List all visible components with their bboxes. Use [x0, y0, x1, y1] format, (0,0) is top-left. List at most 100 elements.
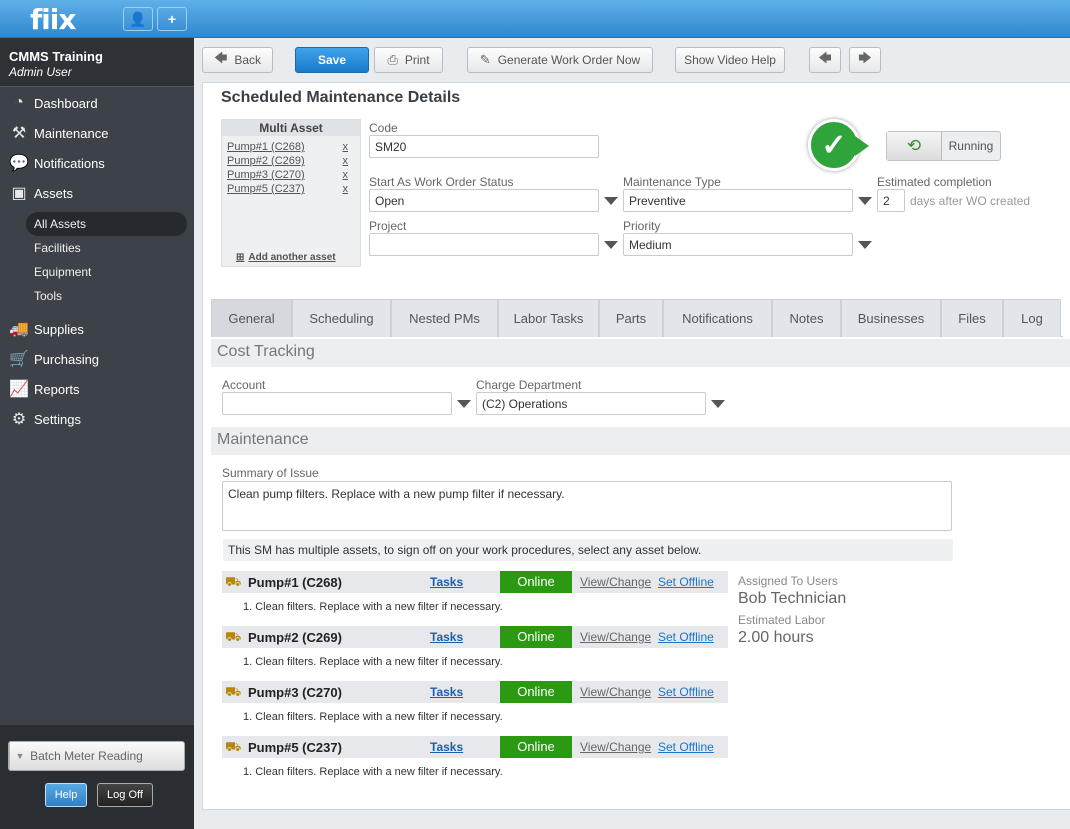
nav-reports[interactable]: 📈 Reports — [0, 374, 194, 404]
tasks-link[interactable]: Tasks — [430, 685, 463, 699]
nav-settings[interactable]: ⚙ Settings — [0, 404, 194, 434]
nav-dashboard-label: Dashboard — [34, 95, 98, 111]
tasks-link[interactable]: Tasks — [430, 740, 463, 754]
remove-asset-button[interactable]: x — [343, 154, 349, 168]
generate-work-order-button[interactable]: ✎ Generate Work Order Now — [467, 47, 653, 73]
charge-department-dropdown-icon[interactable] — [711, 400, 725, 408]
asset-name: Pump#2 (C269) — [248, 630, 342, 645]
checkmark-icon: ✓ — [808, 119, 860, 171]
set-offline-link[interactable]: Set Offline — [658, 575, 714, 589]
view-change-link[interactable]: View/Change — [580, 740, 651, 754]
remove-asset-button[interactable]: x — [343, 168, 349, 182]
nav-dashboard[interactable]: ◔ Dashboard — [0, 88, 194, 118]
forklift-icon: ⛟ — [225, 629, 242, 644]
asset-link[interactable]: Pump#3 (C270) — [227, 168, 305, 182]
project-select[interactable] — [369, 233, 599, 256]
nav-supplies[interactable]: 🚚 Supplies — [0, 314, 194, 344]
arrow-left-icon: 🡄 — [213, 50, 228, 65]
project-label: Project — [369, 219, 407, 233]
nav-facilities[interactable]: Facilities — [0, 236, 194, 260]
multi-asset-row: Pump#3 (C270) x — [222, 168, 360, 182]
asset-link[interactable]: Pump#1 (C268) — [227, 140, 305, 154]
nav-maintenance-label: Maintenance — [34, 125, 109, 141]
set-offline-link[interactable]: Set Offline — [658, 740, 714, 754]
fiix-logo[interactable]: fiix — [30, 3, 76, 36]
add-button[interactable]: + — [157, 7, 187, 31]
nav-notifications-label: Notifications — [34, 155, 105, 171]
asset-link[interactable]: Pump#5 (C237) — [227, 182, 305, 196]
remove-asset-button[interactable]: x — [343, 140, 349, 154]
running-toggle[interactable]: ⟲ Running — [886, 131, 1001, 161]
tasks-link[interactable]: Tasks — [430, 575, 463, 589]
nav-settings-label: Settings — [34, 411, 81, 427]
prev-record-button[interactable]: 🡄 — [809, 47, 841, 73]
account-dropdown-icon[interactable] — [457, 400, 471, 408]
add-another-asset-label: Add another asset — [248, 252, 336, 263]
page-title: Scheduled Maintenance Details — [221, 89, 461, 106]
charge-department-label: Charge Department — [476, 378, 582, 392]
nav-assets[interactable]: ▣ Assets — [0, 178, 194, 208]
remove-asset-button[interactable]: x — [343, 182, 349, 196]
estimated-completion-input[interactable]: 2 — [877, 189, 905, 212]
status-dropdown-icon[interactable] — [604, 197, 618, 205]
priority-select[interactable]: Medium — [623, 233, 853, 256]
priority-dropdown-icon[interactable] — [858, 241, 872, 249]
save-button[interactable]: Save — [295, 47, 369, 73]
account-info: CMMS Training Admin User — [0, 38, 194, 87]
show-video-help-button[interactable]: Show Video Help — [675, 47, 785, 73]
tab-scheduling[interactable]: Scheduling — [292, 299, 391, 337]
add-another-asset-link[interactable]: ⊞ Add another asset — [236, 252, 336, 263]
forklift-icon: ⛟ — [225, 684, 242, 699]
status-select[interactable]: Open — [369, 189, 599, 212]
nav-maintenance[interactable]: ⚒ Maintenance — [0, 118, 194, 148]
nav-notifications[interactable]: 💬 Notifications — [0, 148, 194, 178]
print-button[interactable]: ⎙ Print — [374, 47, 443, 73]
help-button[interactable]: Help — [45, 783, 87, 807]
asset-link[interactable]: Pump#2 (C269) — [227, 154, 305, 168]
assigned-users-value: Bob Technician — [738, 590, 847, 607]
tasks-link[interactable]: Tasks — [430, 630, 463, 644]
status-badge: Online — [500, 571, 572, 593]
print-label: Print — [404, 53, 430, 67]
logoff-button[interactable]: Log Off — [97, 783, 153, 807]
maintenance-type-select[interactable]: Preventive — [623, 189, 853, 212]
charge-department-select[interactable]: (C2) Operations — [476, 392, 706, 415]
nav-equipment[interactable]: Equipment — [0, 260, 194, 284]
tab-businesses[interactable]: Businesses — [841, 299, 941, 337]
priority-label: Priority — [623, 219, 661, 233]
edit-doc-icon: ✎ — [479, 52, 491, 67]
task-step: 1. Clean filters. Replace with a new fil… — [243, 766, 503, 778]
summary-textarea[interactable]: Clean pump filters. Replace with a new p… — [222, 481, 952, 531]
view-change-link[interactable]: View/Change — [580, 630, 651, 644]
set-offline-link[interactable]: Set Offline — [658, 685, 714, 699]
forklift-icon: ⛟ — [225, 574, 242, 589]
project-dropdown-icon[interactable] — [604, 241, 618, 249]
main-area: 🡄 Back Save ⎙ Print ✎ Generate Work Order N… — [194, 38, 1070, 829]
asset-row: ⛟ Pump#3 (C270) Tasks Online View/Change… — [222, 681, 728, 703]
nav-purchasing[interactable]: 🛒 Purchasing — [0, 344, 194, 374]
sidebar-footer: Batch Meter Reading ▼ Help Log Off — [0, 725, 194, 829]
tab-notes[interactable]: Notes — [772, 299, 841, 337]
nav-tools[interactable]: Tools — [0, 284, 194, 308]
toolbar: 🡄 Back Save ⎙ Print ✎ Generate Work Order N… — [194, 38, 1070, 82]
code-field[interactable]: SM20 — [369, 135, 599, 158]
tab-files[interactable]: Files — [941, 299, 1003, 337]
view-change-link[interactable]: View/Change — [580, 575, 651, 589]
tab-general[interactable]: General — [211, 299, 292, 337]
view-change-link[interactable]: View/Change — [580, 685, 651, 699]
next-record-button[interactable]: 🡆 — [849, 47, 881, 73]
back-button[interactable]: 🡄 Back — [202, 47, 273, 73]
printer-icon: ⎙ — [387, 52, 398, 67]
tab-nested-pms[interactable]: Nested PMs — [391, 299, 498, 337]
batch-meter-reading-button[interactable]: Batch Meter Reading ▼ — [8, 741, 185, 771]
user-icon-button[interactable]: 👤 — [123, 7, 153, 31]
tab-labor-tasks[interactable]: Labor Tasks — [498, 299, 599, 337]
nav-all-assets[interactable]: All Assets — [26, 212, 187, 236]
maintenance-type-dropdown-icon[interactable] — [858, 197, 872, 205]
tab-parts[interactable]: Parts — [599, 299, 663, 337]
set-offline-link[interactable]: Set Offline — [658, 630, 714, 644]
tab-log[interactable]: Log — [1003, 299, 1061, 337]
account-select[interactable] — [222, 392, 452, 415]
tab-notifications[interactable]: Notifications — [663, 299, 772, 337]
estimated-labor-label: Estimated Labor — [738, 613, 826, 627]
